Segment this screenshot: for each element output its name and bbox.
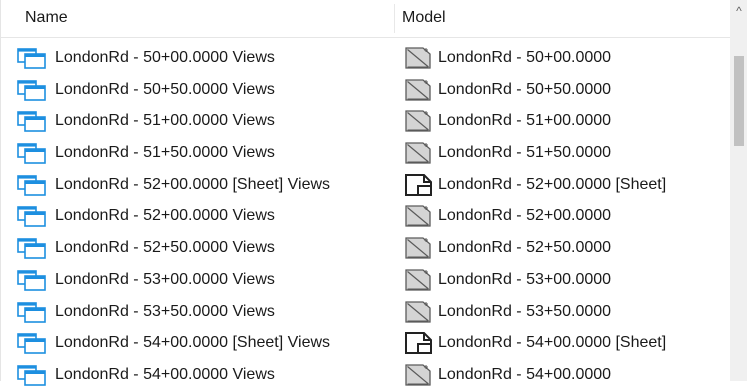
sheet-model-icon [404,331,438,355]
model-cell: LondonRd - 53+50.0000 [404,300,611,324]
name-cell: LondonRd - 54+00.0000 [Sheet] Views [17,331,330,355]
saved-views-icon [17,109,55,133]
saved-views-icon [17,331,55,355]
saved-views-icon [17,173,55,197]
name-cell: LondonRd - 52+00.0000 Views [17,204,275,228]
list-item[interactable]: LondonRd - 50+00.0000 Views LondonRd - 5… [1,42,730,74]
model-name: LondonRd - 53+00.0000 [438,270,612,288]
model-cell: LondonRd - 52+50.0000 [404,236,611,260]
model-name: LondonRd - 52+50.0000 [438,239,612,257]
view-name: LondonRd - 53+50.0000 Views [55,302,275,320]
model-cell: LondonRd - 53+00.0000 [404,268,611,292]
view-name: LondonRd - 51+00.0000 Views [55,112,275,130]
drawing-model-icon [404,141,438,165]
view-name: LondonRd - 50+00.0000 Views [55,49,275,66]
drawing-model-icon [404,268,438,292]
drawing-model-icon [404,109,438,133]
drawing-model-icon [404,363,438,387]
list-item[interactable]: LondonRd - 51+50.0000 Views LondonRd - 5… [1,137,730,169]
column-separator[interactable] [394,4,395,33]
sheet-model-icon [404,173,438,197]
model-name: LondonRd - 51+00.0000 [438,112,612,130]
column-header-model[interactable]: Model [402,9,446,27]
model-name: LondonRd - 52+00.0000 [438,207,612,225]
model-cell: LondonRd - 52+00.0000 [404,204,611,228]
drawing-model-icon [404,78,438,102]
view-name: LondonRd - 54+00.0000 Views [55,365,275,383]
list-rows: LondonRd - 50+00.0000 Views LondonRd - 5… [1,42,730,391]
saved-views-icon [17,204,55,228]
saved-views-icon [17,268,55,292]
model-name: LondonRd - 50+50.0000 [438,80,612,98]
model-cell: LondonRd - 54+00.0000 [Sheet] [404,331,666,355]
model-cell: LondonRd - 51+00.0000 [404,109,611,133]
model-cell: LondonRd - 54+00.0000 [404,363,611,387]
name-cell: LondonRd - 54+00.0000 Views [17,363,275,387]
model-name: LondonRd - 53+50.0000 [438,302,612,320]
list-item[interactable]: LondonRd - 52+50.0000 Views LondonRd - 5… [1,232,730,264]
name-cell: LondonRd - 52+50.0000 Views [17,236,275,260]
model-cell: LondonRd - 52+00.0000 [Sheet] [404,173,666,197]
model-cell: LondonRd - 50+00.0000 [404,46,611,70]
name-cell: LondonRd - 50+00.0000 Views [17,46,275,70]
model-cell: LondonRd - 50+50.0000 [404,78,611,102]
scroll-up-arrow-icon[interactable]: ^ [730,0,747,22]
list-item[interactable]: LondonRd - 53+50.0000 Views LondonRd - 5… [1,296,730,328]
view-name: LondonRd - 52+50.0000 Views [55,239,275,257]
list-item[interactable]: LondonRd - 52+00.0000 Views LondonRd - 5… [1,200,730,232]
list-item[interactable]: LondonRd - 50+50.0000 Views LondonRd - 5… [1,74,730,106]
model-name: LondonRd - 52+00.0000 [Sheet] [438,175,667,193]
name-cell: LondonRd - 53+00.0000 Views [17,268,275,292]
saved-views-list[interactable]: Name Model LondonRd - 50+00.0000 Views L… [0,0,747,386]
view-name: LondonRd - 54+00.0000 [Sheet] Views [55,334,331,352]
list-header: Name Model [1,0,730,38]
list-item[interactable]: LondonRd - 53+00.0000 Views LondonRd - 5… [1,264,730,296]
name-cell: LondonRd - 51+50.0000 Views [17,141,275,165]
column-header-name[interactable]: Name [25,9,68,27]
view-name: LondonRd - 52+00.0000 Views [55,207,275,225]
scrollbar-thumb[interactable] [734,56,744,146]
name-cell: LondonRd - 52+00.0000 [Sheet] Views [17,173,330,197]
name-cell: LondonRd - 51+00.0000 Views [17,109,275,133]
list-item[interactable]: LondonRd - 54+00.0000 [Sheet] Views Lond… [1,327,730,359]
model-name: LondonRd - 54+00.0000 [438,365,612,383]
saved-views-icon [17,141,55,165]
saved-views-icon [17,46,55,70]
model-cell: LondonRd - 51+50.0000 [404,141,611,165]
view-name: LondonRd - 52+00.0000 [Sheet] Views [55,175,331,193]
saved-views-icon [17,300,55,324]
vertical-scrollbar[interactable]: ^ [730,0,747,381]
drawing-model-icon [404,46,438,70]
view-name: LondonRd - 50+50.0000 Views [55,80,275,98]
saved-views-icon [17,78,55,102]
model-name: LondonRd - 50+00.0000 [438,49,612,66]
view-name: LondonRd - 51+50.0000 Views [55,144,275,162]
list-item[interactable]: LondonRd - 51+00.0000 Views LondonRd - 5… [1,105,730,137]
list-item[interactable]: LondonRd - 54+00.0000 Views LondonRd - 5… [1,359,730,391]
drawing-model-icon [404,300,438,324]
drawing-model-icon [404,204,438,228]
view-name: LondonRd - 53+00.0000 Views [55,270,275,288]
drawing-model-icon [404,236,438,260]
name-cell: LondonRd - 50+50.0000 Views [17,78,275,102]
saved-views-icon [17,236,55,260]
list-item[interactable]: LondonRd - 52+00.0000 [Sheet] Views Lond… [1,169,730,201]
name-cell: LondonRd - 53+50.0000 Views [17,300,275,324]
model-name: LondonRd - 54+00.0000 [Sheet] [438,334,667,352]
saved-views-icon [17,363,55,387]
model-name: LondonRd - 51+50.0000 [438,144,612,162]
